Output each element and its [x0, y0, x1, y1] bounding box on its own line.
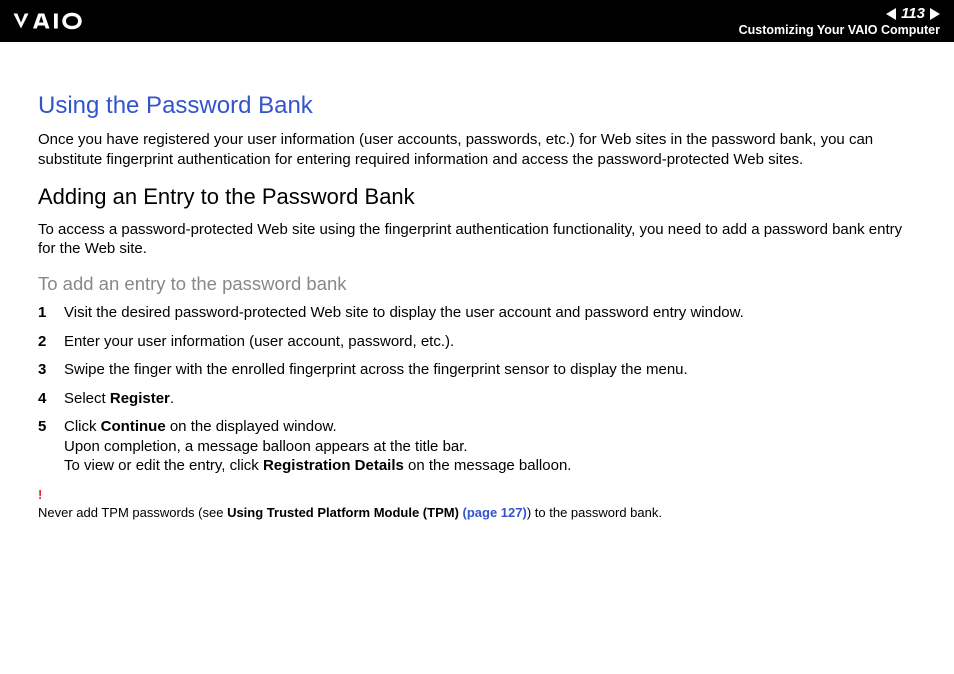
steps-list: 1 Visit the desired password-protected W… — [38, 303, 916, 476]
note-text: Never add TPM passwords (see Using Trust… — [38, 505, 662, 520]
nav-prev-icon[interactable] — [886, 8, 896, 20]
step-text: Click Continue on the displayed window. … — [64, 417, 916, 476]
vaio-logo — [12, 10, 117, 32]
heading-procedure: To add an entry to the password bank — [38, 273, 916, 295]
step-item: 3 Swipe the finger with the enrolled fin… — [38, 360, 916, 380]
caution-note: ! Never add TPM passwords (see Using Tru… — [38, 486, 916, 522]
page-link[interactable]: (page 127) — [463, 505, 527, 520]
step-text: Enter your user information (user accoun… — [64, 332, 916, 352]
step-number: 1 — [38, 303, 64, 323]
page-content: Using the Password Bank Once you have re… — [0, 42, 954, 542]
caution-mark-icon: ! — [38, 486, 916, 504]
paragraph-2: To access a password-protected Web site … — [38, 220, 916, 260]
intro-paragraph: Once you have registered your user infor… — [38, 130, 916, 170]
step-number: 4 — [38, 389, 64, 409]
header-right: 113 Customizing Your VAIO Computer — [739, 5, 940, 37]
step-text: Visit the desired password-protected Web… — [64, 303, 916, 323]
step-number: 2 — [38, 332, 64, 352]
step-text: Swipe the finger with the enrolled finge… — [64, 360, 916, 380]
step-item: 1 Visit the desired password-protected W… — [38, 303, 916, 323]
step-item: 2 Enter your user information (user acco… — [38, 332, 916, 352]
page-number: 113 — [898, 5, 928, 22]
header-bar: 113 Customizing Your VAIO Computer — [0, 0, 954, 42]
heading-sub: Adding an Entry to the Password Bank — [38, 184, 916, 210]
step-number: 3 — [38, 360, 64, 380]
step-item: 5 Click Continue on the displayed window… — [38, 417, 916, 476]
step-text: Select Register. — [64, 389, 916, 409]
heading-main: Using the Password Bank — [38, 92, 916, 120]
page-nav: 113 — [739, 5, 940, 22]
step-item: 4 Select Register. — [38, 389, 916, 409]
nav-next-icon[interactable] — [930, 8, 940, 20]
section-name: Customizing Your VAIO Computer — [739, 23, 940, 37]
step-number: 5 — [38, 417, 64, 437]
